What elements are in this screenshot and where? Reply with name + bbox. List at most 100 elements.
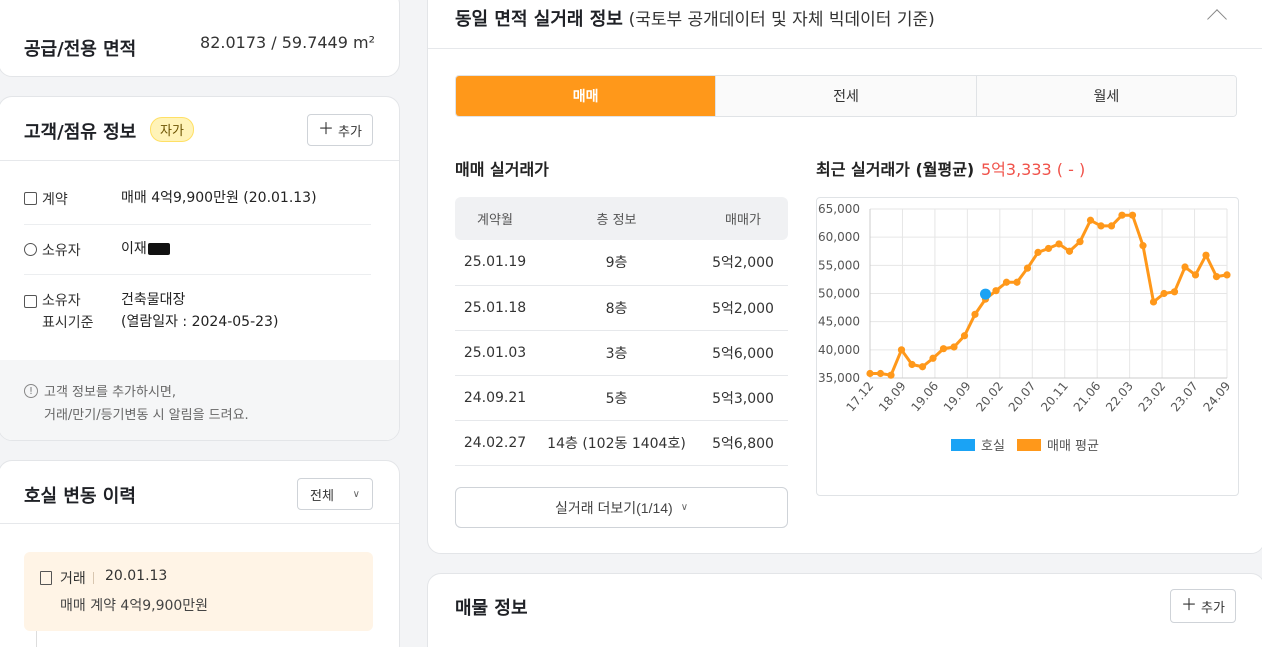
check-square-icon	[24, 295, 37, 308]
data-point-average	[950, 343, 958, 351]
history-title: 호실 변동 이력	[24, 486, 136, 507]
table-row: 25.01.18 8층 5억2,000	[455, 285, 788, 331]
data-point-unit	[980, 288, 991, 300]
table-row: 24.02.27 14층 (102동 1404호) 5억6,800	[455, 420, 788, 466]
sale-section-title: 매매 실거래가	[455, 160, 549, 179]
cell-month: 24.09.21	[455, 375, 535, 421]
history-item-type: 거래	[60, 571, 86, 587]
owner-row: 소유자 이재	[24, 240, 371, 264]
tab-jeonse[interactable]: 전세	[716, 76, 977, 116]
listing-card: 매물 정보 ＋ 추가	[427, 573, 1262, 647]
data-point-average	[1128, 211, 1137, 219]
x-tick-label: 20.07	[1006, 379, 1039, 414]
cell-price: 5억6,800	[698, 420, 788, 466]
data-point-average	[1191, 271, 1200, 279]
collapse-chevron-icon[interactable]	[1207, 9, 1227, 29]
data-point-average	[1002, 278, 1011, 286]
data-point-average	[908, 360, 916, 369]
th-floor: 층 정보	[535, 197, 698, 240]
trade-table-header: 계약월 층 정보 매매가	[455, 197, 788, 240]
table-row: 25.01.19 9층 5억2,000	[455, 240, 788, 286]
data-point-average	[1065, 247, 1074, 255]
data-point-average	[992, 287, 1000, 295]
cell-price: 5억2,000	[698, 285, 788, 331]
listing-add-button[interactable]: ＋ 추가	[1170, 589, 1236, 623]
data-point-average	[1107, 222, 1116, 230]
x-tick-label: 23.07	[1168, 379, 1201, 414]
history-card: 호실 변동 이력 전체 ∨ 거래 20.01.13 매매 계약 4억9,900만…	[0, 460, 400, 647]
contract-label-wrap: 계약	[24, 189, 68, 209]
trade-title-main: 동일 면적 실거래 정보	[455, 9, 623, 30]
cell-floor: 9층	[535, 240, 698, 286]
cell-floor: 3층	[535, 330, 698, 376]
legend-swatch-average	[1017, 439, 1041, 451]
legend-label-average: 매매 평균	[1047, 439, 1099, 454]
area-label: 공급/전용 면적	[24, 39, 137, 60]
area-value: 82.0173 / 59.7449 m²	[200, 33, 375, 52]
data-point-average	[1055, 240, 1063, 248]
row-separator	[24, 224, 371, 225]
basis-value: 건축물대장 (열람일자 : 2024-05-23)	[121, 289, 278, 333]
th-price: 매매가	[698, 197, 788, 240]
owner-name: 이재	[121, 241, 147, 257]
data-point-average	[1149, 298, 1158, 306]
basis-label-line2: 표시기준	[42, 315, 94, 331]
price-chart-svg: 65,000 60,000 55,000 50,000 45,000 40,000 35,0…	[818, 202, 1233, 454]
history-filter-select[interactable]: 전체 ∨	[297, 478, 373, 510]
owner-add-label: 추가	[338, 123, 362, 139]
history-divider	[0, 523, 399, 524]
owner-notice: ! 고객 정보를 추가하시면, 거래/만기/등기변동 시 알림을 드려요.	[0, 360, 399, 440]
trade-title: 동일 면적 실거래 정보 (국토부 공개데이터 및 자체 빅데이터 기준)	[455, 5, 935, 31]
data-point-average	[1223, 271, 1231, 279]
plus-icon: ＋	[318, 121, 335, 138]
recent-price-value: 5억3,333 ( - )	[981, 160, 1086, 179]
data-point-average	[939, 345, 948, 353]
more-trades-label: 실거래 더보기(1/14)	[554, 499, 673, 516]
more-trades-button[interactable]: 실거래 더보기(1/14) ∨	[455, 487, 788, 528]
chevron-down-icon: ∨	[680, 502, 689, 513]
data-point-average	[1160, 289, 1168, 298]
data-point-average	[971, 310, 979, 318]
table-row: 25.01.03 3층 5억6,000	[455, 330, 788, 376]
history-item-desc: 매매 계약 4억9,900만원	[60, 598, 209, 614]
data-point-average	[876, 369, 885, 378]
owner-add-button[interactable]: ＋ 추가	[307, 114, 373, 146]
document-icon	[24, 192, 37, 205]
notice-line2: 거래/만기/등기변동 시 알림을 드려요.	[44, 408, 249, 423]
legend-swatch-unit	[951, 439, 975, 451]
data-point-average	[1023, 264, 1032, 272]
redaction-mark	[147, 243, 170, 255]
owner-info-card: 고객/점유 정보 자가 ＋ 추가 계약 매매 4억9,900만원 (20.01.…	[0, 96, 400, 441]
x-tick-label: 19.06	[908, 379, 941, 414]
chevron-down-icon: ∨	[352, 488, 360, 500]
cell-month: 24.02.27	[455, 420, 535, 466]
data-point-average	[1013, 278, 1021, 286]
owner-label: 소유자	[42, 243, 81, 259]
x-tick-label: 21.06	[1071, 379, 1104, 414]
owner-value: 이재	[121, 238, 170, 260]
contract-label: 계약	[42, 192, 68, 208]
trade-table: 계약월 층 정보 매매가 25.01.19 9층 5억2,000 25.01.1…	[455, 197, 788, 466]
history-item-sep	[93, 572, 94, 584]
data-point-average	[1034, 248, 1042, 256]
history-item-date: 20.01.13	[105, 568, 168, 584]
trade-tabs: 매매 전세 월세	[455, 75, 1237, 117]
cell-month: 25.01.03	[455, 330, 535, 376]
x-tick-label: 19.09	[941, 379, 974, 414]
data-point-average	[1212, 273, 1221, 281]
y-tick-label: 50,000	[818, 287, 860, 301]
tab-sale[interactable]: 매매	[456, 76, 717, 116]
row-separator	[24, 274, 371, 275]
x-tick-label: 20.02	[973, 379, 1006, 414]
th-month: 계약월	[455, 197, 535, 240]
recent-price-label: 최근 실거래가 (월평균)	[816, 160, 975, 179]
data-point-average	[929, 354, 937, 362]
cell-month: 25.01.19	[455, 240, 535, 286]
trade-info-card: 동일 면적 실거래 정보 (국토부 공개데이터 및 자체 빅데이터 기준) 매매…	[427, 0, 1262, 554]
data-point-average	[1170, 288, 1179, 296]
cell-month: 25.01.18	[455, 285, 535, 331]
table-row: 24.09.21 5층 5억3,000	[455, 375, 788, 421]
x-tick-label: 23.02	[1136, 379, 1169, 414]
history-item[interactable]: 거래 20.01.13 매매 계약 4억9,900만원	[24, 552, 373, 631]
tab-monthly[interactable]: 월세	[976, 76, 1236, 116]
